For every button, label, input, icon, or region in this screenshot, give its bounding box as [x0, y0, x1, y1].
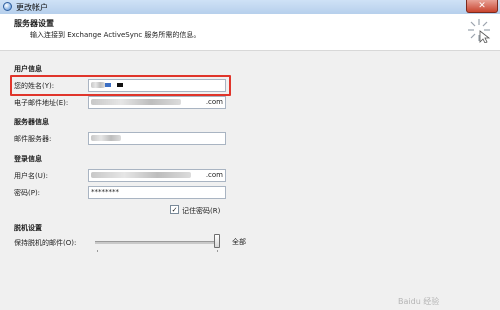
username-label: 用户名(U):: [14, 172, 48, 180]
header-panel: 服务器设置 输入连接到 Exchange ActiveSync 服务所需的信息。: [0, 14, 500, 51]
redacted-text: [91, 172, 191, 178]
email-suffix: .com: [205, 98, 223, 106]
window-app-icon: [3, 2, 12, 11]
server-info-heading: 服务器信息: [14, 118, 49, 126]
offline-heading: 脱机设置: [14, 224, 42, 232]
offline-slider-track[interactable]: [95, 241, 220, 244]
title-bar: 更改帐户 ✕: [0, 0, 500, 15]
remember-password-checkbox[interactable]: ✓: [170, 205, 179, 214]
window-title: 更改帐户: [16, 3, 48, 12]
redacted-text: [91, 99, 181, 105]
user-info-heading: 用户信息: [14, 65, 42, 73]
slider-tick: [217, 250, 218, 252]
close-button[interactable]: ✕: [466, 0, 498, 13]
login-info-heading: 登录信息: [14, 155, 42, 163]
username-suffix: .com: [205, 171, 223, 179]
page-subtitle: 输入连接到 Exchange ActiveSync 服务所需的信息。: [30, 31, 201, 39]
offline-slider-value: 全部: [232, 238, 246, 246]
highlight-annotation: [10, 75, 231, 96]
email-label: 电子邮件地址(E):: [14, 99, 69, 107]
mail-server-label: 邮件服务器:: [14, 135, 52, 143]
watermark-text: Baidu 经验: [398, 297, 440, 306]
cursor-sparkle-icon: [468, 19, 491, 43]
remember-password-label[interactable]: 记住密码(R): [182, 206, 220, 216]
password-field[interactable]: ********: [88, 186, 226, 199]
mail-server-field[interactable]: [88, 132, 226, 145]
redacted-text: [91, 135, 121, 141]
email-field[interactable]: .com: [88, 96, 226, 109]
keep-offline-label: 保持脱机的邮件(O):: [14, 239, 77, 247]
username-field[interactable]: .com: [88, 169, 226, 182]
page-title: 服务器设置: [14, 19, 54, 28]
password-label: 密码(P):: [14, 189, 41, 197]
offline-slider-thumb[interactable]: [214, 234, 220, 248]
slider-tick: [97, 250, 98, 252]
